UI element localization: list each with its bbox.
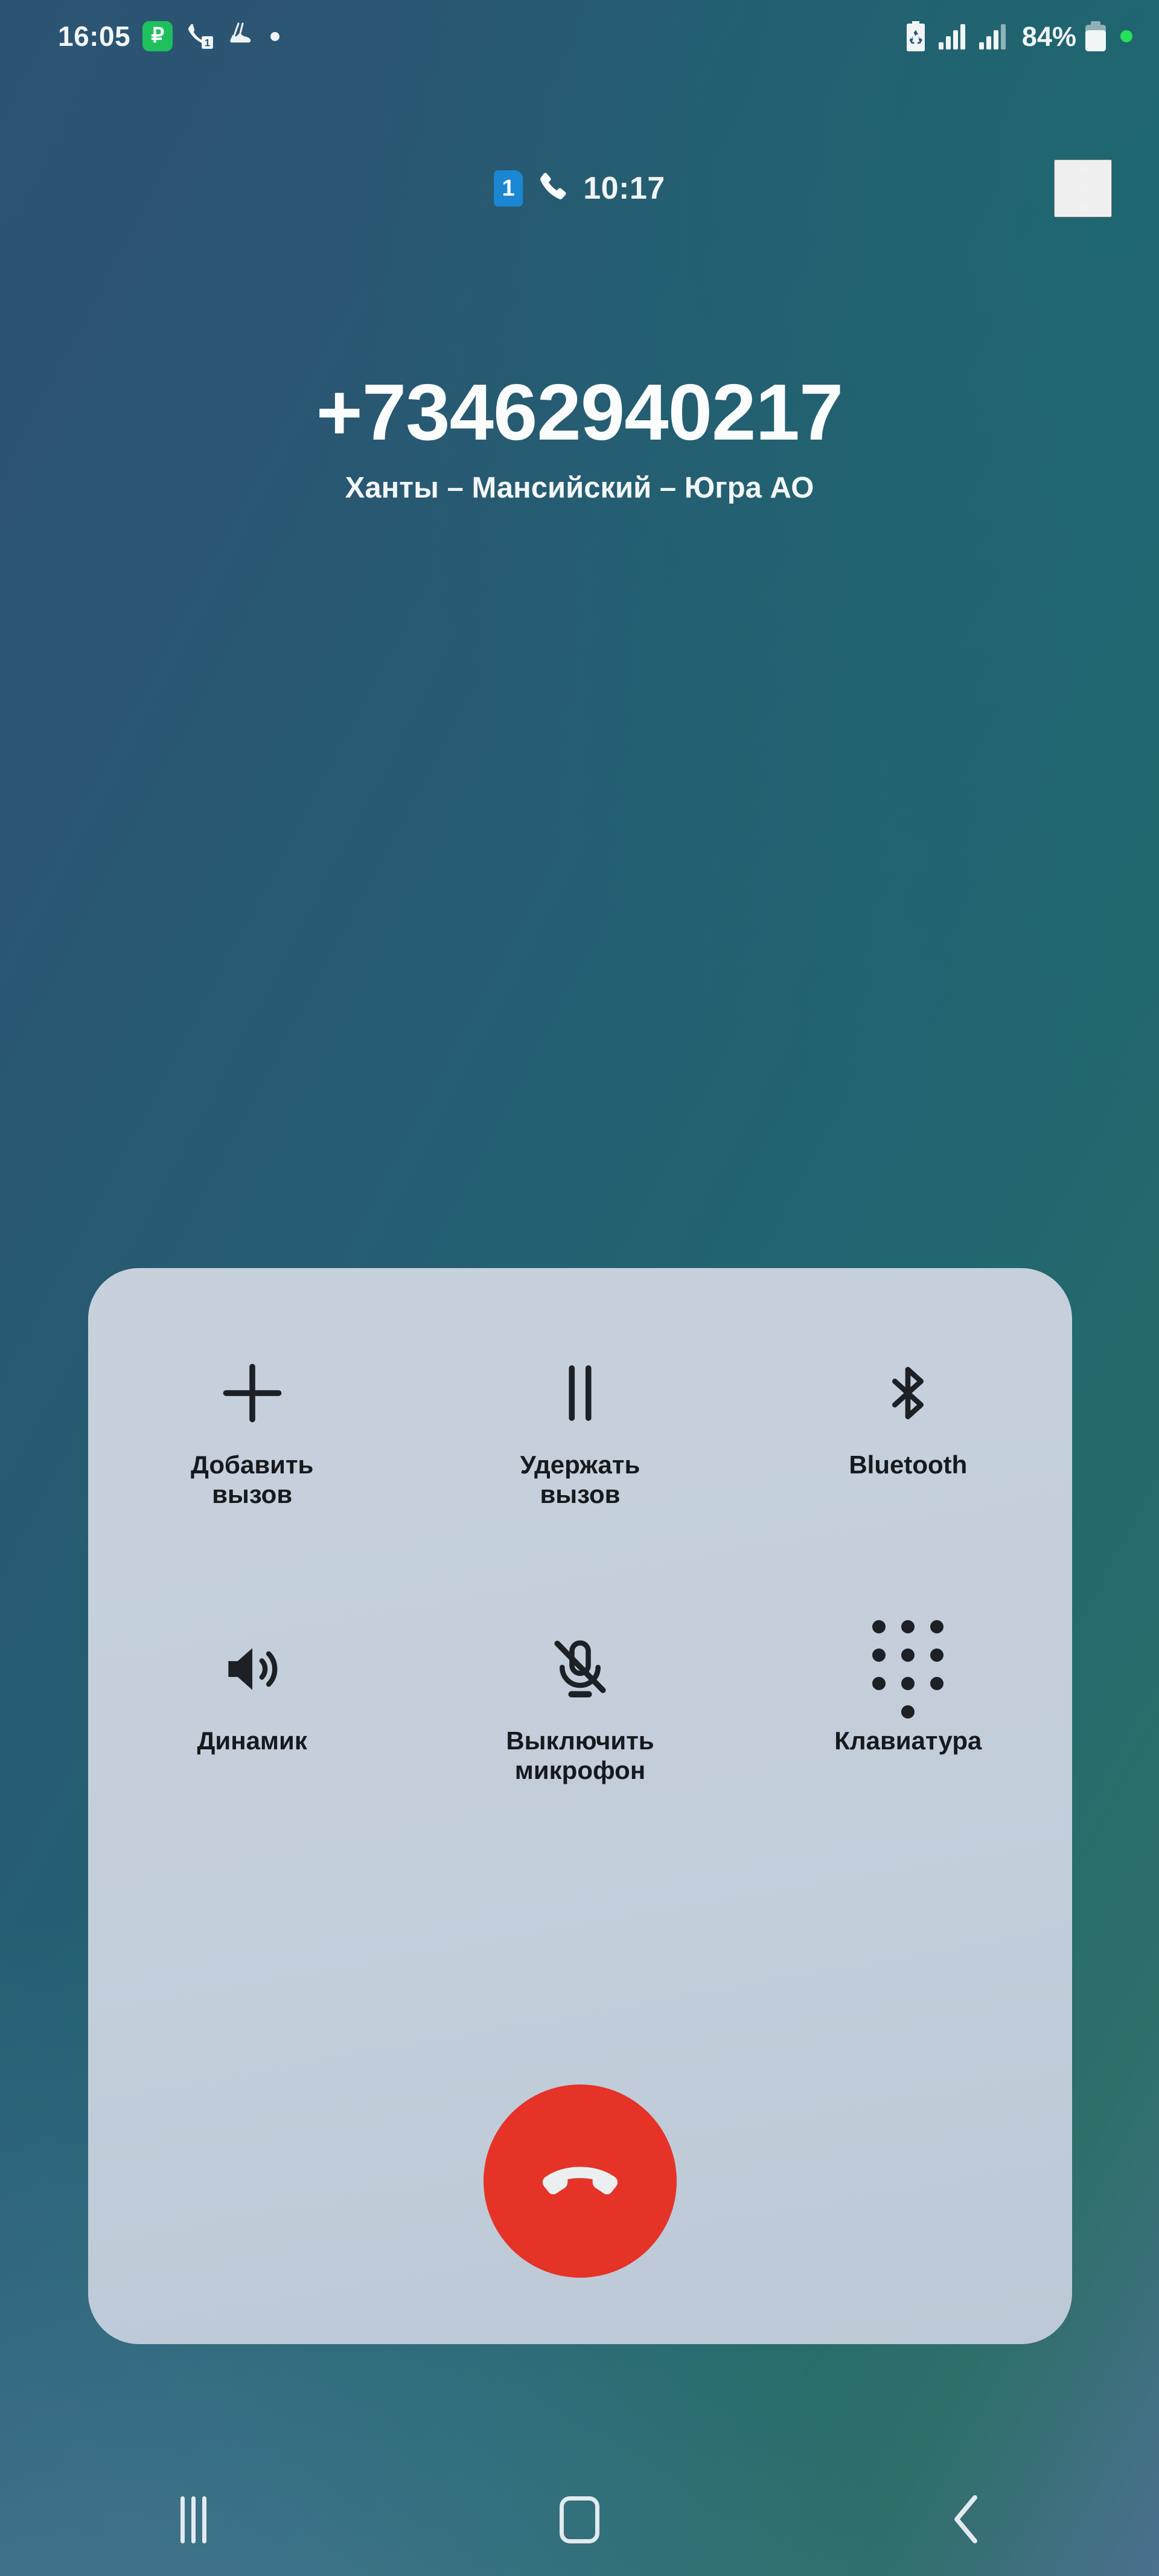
mute-label: Выключить микрофон xyxy=(506,1726,654,1785)
bluetooth-icon xyxy=(876,1348,939,1438)
recents-bar xyxy=(180,2496,185,2543)
end-call-button[interactable] xyxy=(484,2084,677,2278)
hold-call-button[interactable]: Удержать вызов xyxy=(416,1348,744,1509)
overflow-dot xyxy=(1078,184,1088,193)
keypad-label: Клавиатура xyxy=(834,1726,982,1755)
green-status-dot-icon xyxy=(1120,30,1132,42)
recents-bar xyxy=(202,2496,206,2543)
speaker-icon xyxy=(219,1624,286,1714)
end-call-icon xyxy=(532,2132,628,2231)
navigation-bar xyxy=(0,2464,1159,2576)
recents-button[interactable] xyxy=(133,2478,254,2562)
speaker-button[interactable]: Динамик xyxy=(88,1624,416,1785)
sim-badge-label: 1 xyxy=(502,176,515,201)
battery-saver-icon xyxy=(902,20,930,53)
keypad-dot xyxy=(872,1676,886,1690)
home-button[interactable] xyxy=(519,2478,640,2562)
pay-icon-glyph: ₽ xyxy=(151,25,164,47)
call-status-group: 1 10:17 xyxy=(494,152,665,225)
phone-handset-icon xyxy=(536,170,570,207)
add-call-label: Добавить вызов xyxy=(190,1450,314,1508)
status-bar-left: 16:05 ₽ 1 xyxy=(58,21,280,52)
status-bar: 16:05 ₽ 1 84% xyxy=(0,0,1159,72)
battery-icon xyxy=(1084,20,1107,53)
hold-call-label: Удержать вызов xyxy=(520,1450,640,1508)
keypad-dot xyxy=(901,1648,915,1662)
end-call-area xyxy=(88,2084,1072,2278)
pay-icon: ₽ xyxy=(142,21,173,51)
back-icon xyxy=(950,2494,982,2546)
bluetooth-button[interactable]: Bluetooth xyxy=(744,1348,1072,1509)
status-clock: 16:05 xyxy=(58,21,131,52)
keypad-icon xyxy=(872,1620,944,1719)
svg-text:1: 1 xyxy=(205,37,210,49)
recents-icon xyxy=(180,2496,206,2543)
call-controls-grid: Добавить вызов Удержать вызов Bluetooth xyxy=(88,1348,1072,1786)
sneaker-icon xyxy=(227,22,258,51)
keypad-dot-grid xyxy=(872,1620,944,1719)
sim-badge: 1 xyxy=(494,170,523,207)
call-duration: 10:17 xyxy=(583,171,665,206)
missed-call-1-icon: 1 xyxy=(185,21,215,51)
battery-percent-label: 84% xyxy=(1021,21,1076,52)
pause-icon xyxy=(547,1348,613,1438)
status-bar-right: 84% xyxy=(902,20,1132,53)
overflow-menu-icon[interactable] xyxy=(1054,159,1112,217)
recents-bar xyxy=(191,2496,196,2543)
keypad-dot xyxy=(901,1676,915,1690)
keypad-dot xyxy=(930,1620,944,1633)
keypad-dot xyxy=(872,1648,886,1662)
keypad-dot xyxy=(901,1620,915,1633)
back-button[interactable] xyxy=(905,2478,1026,2562)
add-call-button[interactable]: Добавить вызов xyxy=(88,1348,416,1509)
plus-icon xyxy=(219,1348,286,1438)
overflow-dot xyxy=(1078,165,1088,175)
bluetooth-label: Bluetooth xyxy=(849,1450,968,1479)
keypad-dot xyxy=(872,1620,886,1633)
call-controls-panel: Добавить вызов Удержать вызов Bluetooth xyxy=(88,1268,1072,2344)
caller-location: Ханты – Мансийский – Югра АО xyxy=(345,472,814,505)
call-header: 1 10:17 xyxy=(0,152,1159,225)
keypad-dot xyxy=(930,1676,944,1690)
sim1-signal-icon xyxy=(937,22,970,51)
mute-button[interactable]: Выключить микрофон xyxy=(416,1624,744,1785)
keypad-button[interactable]: Клавиатура xyxy=(744,1620,1072,1785)
home-icon xyxy=(560,2496,599,2543)
mic-off-icon xyxy=(548,1624,613,1714)
keypad-dot xyxy=(901,1705,915,1719)
caller-number: +73462940217 xyxy=(316,368,844,457)
keypad-dot xyxy=(930,1648,944,1662)
dot-icon xyxy=(270,31,280,41)
caller-info: +73462940217 Ханты – Мансийский – Югра А… xyxy=(0,368,1159,506)
speaker-label: Динамик xyxy=(197,1726,307,1755)
overflow-dot xyxy=(1078,202,1088,211)
sim2-signal-icon xyxy=(978,22,1011,51)
